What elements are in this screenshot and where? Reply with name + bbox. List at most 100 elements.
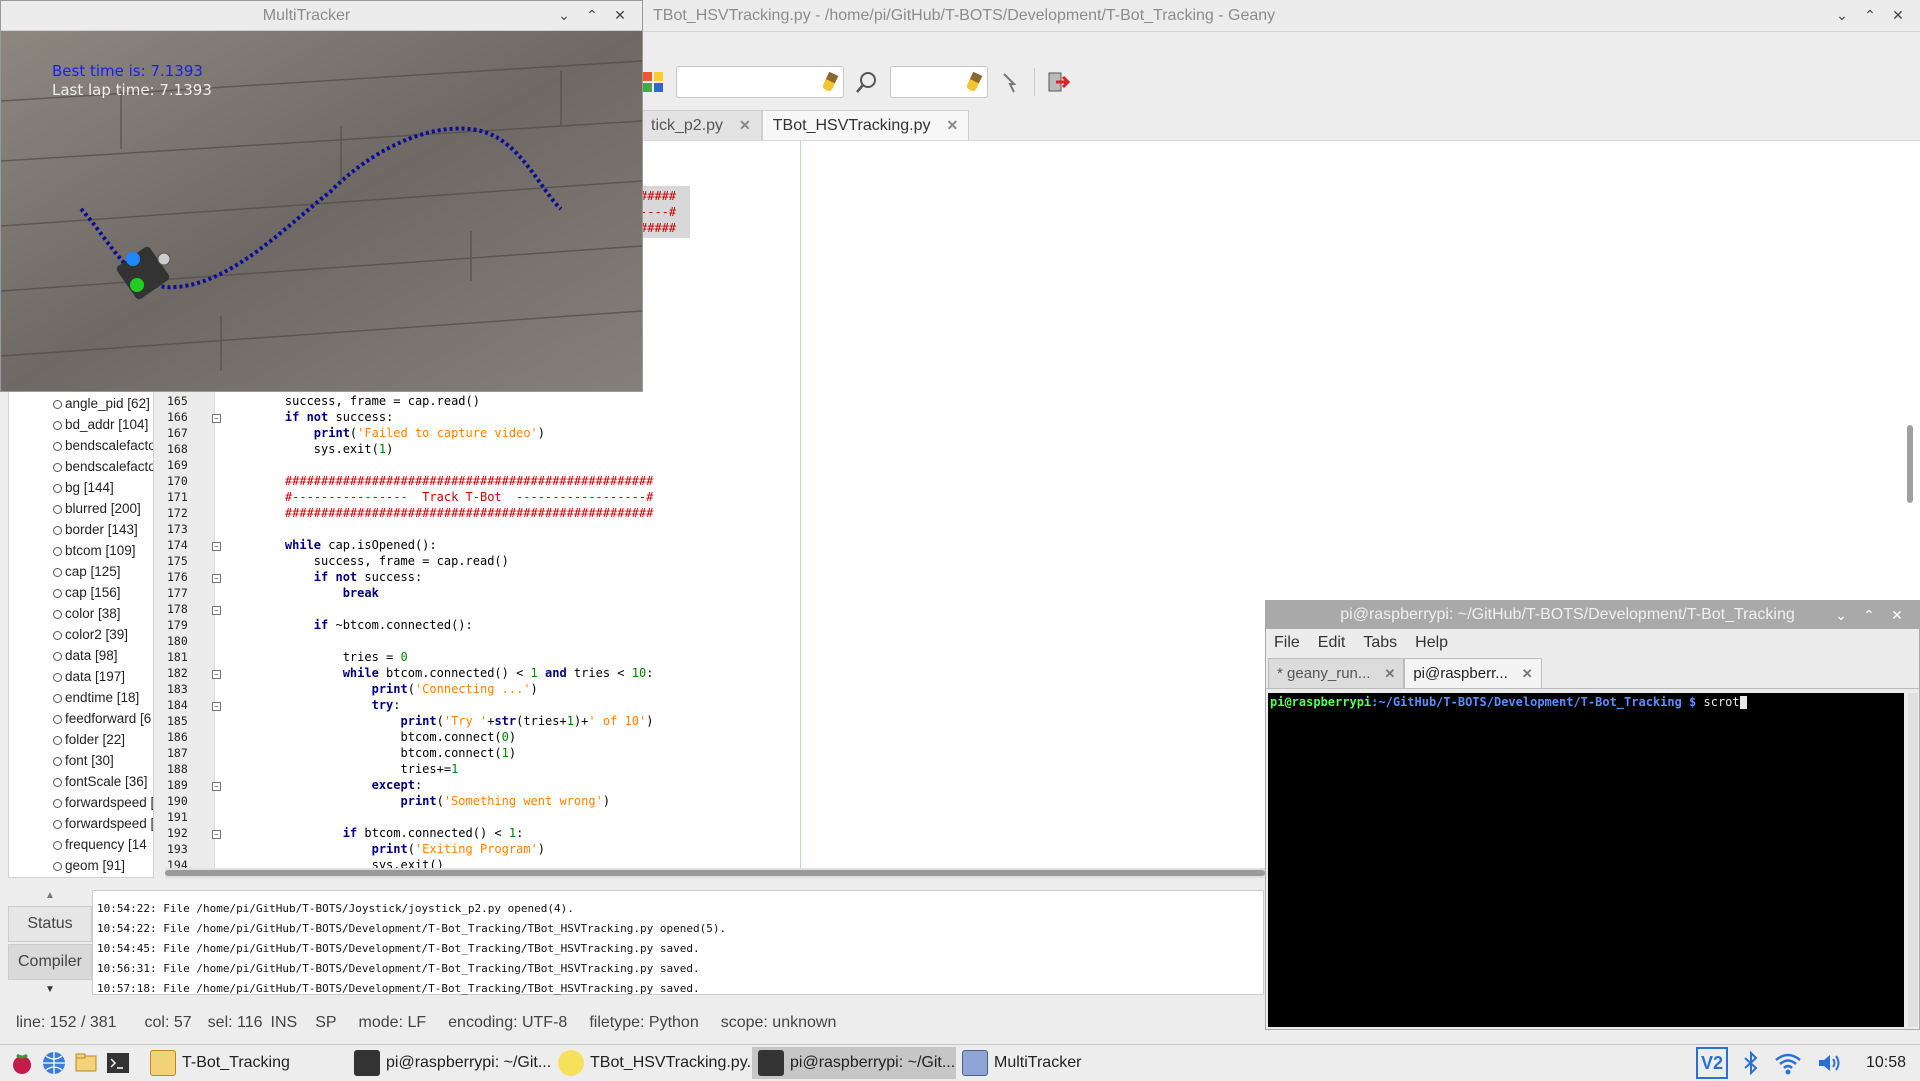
status-ins: INS (270, 1014, 298, 1031)
terminal-window[interactable]: pi@raspberrypi: ~/GitHub/T-BOTS/Developm… (1265, 600, 1920, 1030)
maximize-icon[interactable]: ⌃ (1857, 603, 1881, 627)
symbol-item[interactable]: data [98] (9, 645, 153, 666)
symbol-item[interactable]: cap [125] (9, 561, 153, 582)
symbol-item[interactable]: bendscalefacto (9, 456, 153, 477)
quit-icon[interactable] (1045, 69, 1071, 95)
close-icon[interactable]: ✕ (608, 4, 632, 28)
raspberry-menu-icon[interactable] (6, 1047, 38, 1079)
symbol-item[interactable]: angle_pid [62] (9, 393, 153, 414)
code-line: while btcom.connected() < 1 and tries < … (342, 666, 654, 680)
line-number: 173 (167, 522, 188, 536)
volume-icon[interactable] (1816, 1051, 1844, 1075)
symbol-label: frequency [14 (65, 837, 147, 852)
symbol-item[interactable]: fontScale [36] (9, 771, 153, 792)
vnc-icon[interactable]: V2 (1695, 1047, 1728, 1079)
fold-marker-icon[interactable]: − (212, 670, 221, 679)
command-text: scrot (1703, 695, 1740, 709)
menu-file[interactable]: File (1274, 634, 1300, 652)
message-log[interactable]: 10:54:22: File /home/pi/GitHub/T-BOTS/Jo… (92, 890, 1264, 995)
bluetooth-icon[interactable] (1742, 1050, 1760, 1076)
code-line: if btcom.connected() < 1: (342, 826, 524, 840)
close-tab-icon[interactable]: ✕ (1384, 666, 1395, 682)
search-icon[interactable] (854, 69, 880, 95)
symbol-item[interactable]: endtime [18] (9, 687, 153, 708)
symbol-item[interactable]: btcom [109] (9, 540, 153, 561)
tab-joystick[interactable]: tick_p2.py ✕ (640, 110, 762, 140)
symbol-item[interactable]: geom [91] (9, 855, 153, 876)
symbol-item[interactable]: color2 [39] (9, 624, 153, 645)
maximize-icon[interactable]: ⌃ (1858, 4, 1882, 28)
symbol-item[interactable]: frequency [14 (9, 834, 153, 855)
close-icon[interactable]: ✕ (1886, 4, 1910, 28)
menu-help[interactable]: Help (1415, 634, 1448, 652)
taskbar-item-terminal-2[interactable]: pi@raspberrypi: ~/Git... (752, 1046, 956, 1079)
symbol-item[interactable]: border [143] (9, 519, 153, 540)
line-number: 189 (167, 778, 188, 792)
fold-marker-icon[interactable]: − (212, 542, 221, 551)
symbol-label: bg [144] (65, 480, 114, 495)
color-chooser-icon[interactable] (640, 69, 666, 95)
code-text[interactable]: success, frame = cap.read() if not succe… (256, 388, 801, 868)
symbol-item[interactable]: bd_addr [104] (9, 414, 153, 435)
menu-edit[interactable]: Edit (1318, 634, 1346, 652)
clear-broom-icon[interactable] (965, 71, 983, 93)
terminal-launcher-icon[interactable] (102, 1047, 134, 1079)
tab-tbot-hsvtracking[interactable]: TBot_HSVTracking.py ✕ (761, 110, 970, 140)
terminal-tab-geany-run[interactable]: * geany_run... ✕ (1268, 658, 1405, 688)
symbol-item[interactable]: color [38] (9, 603, 153, 624)
scroll-down-icon[interactable]: ▼ (45, 984, 55, 995)
fold-marker-icon[interactable]: − (212, 702, 221, 711)
minimize-icon[interactable]: ⌄ (552, 4, 576, 28)
taskbar-item-file-manager[interactable]: T-Bot_Tracking (144, 1047, 348, 1079)
last-lap-text: Last lap time: 7.1393 (52, 81, 212, 99)
symbol-item[interactable]: forwardspeed [ (9, 813, 153, 834)
wifi-icon[interactable] (1774, 1051, 1802, 1075)
terminal-screen[interactable]: pi@raspberrypi:~/GitHub/T-BOTS/Developme… (1268, 693, 1904, 1027)
code-line: print('Connecting ...') (371, 682, 538, 696)
close-tab-icon[interactable]: ✕ (1522, 666, 1533, 682)
symbol-item[interactable]: bendscalefacto (9, 435, 153, 456)
clear-broom-icon[interactable] (821, 71, 839, 93)
minimize-icon[interactable]: ⌄ (1830, 4, 1854, 28)
symbol-item[interactable]: bg [144] (9, 477, 153, 498)
tab-compiler[interactable]: Compiler (8, 944, 92, 980)
terminal-tabs: * geany_run... ✕ pi@raspberr... ✕ (1266, 657, 1919, 689)
symbol-item[interactable]: feedforward [6 (9, 708, 153, 729)
fold-marker-icon[interactable]: − (212, 830, 221, 839)
close-tab-icon[interactable]: ✕ (946, 117, 958, 134)
tab-status[interactable]: Status (8, 906, 92, 942)
fold-marker-icon[interactable]: − (212, 414, 221, 423)
goto-line-input[interactable] (890, 66, 988, 98)
code-line: try: (371, 698, 401, 712)
terminal-scrollbar[interactable] (1908, 693, 1918, 1027)
terminal-tab-pi[interactable]: pi@raspberr... ✕ (1404, 658, 1542, 688)
web-browser-icon[interactable] (38, 1047, 70, 1079)
symbol-list[interactable]: angle_pid [62] bd_addr [104] bendscalefact… (8, 388, 154, 878)
menu-tabs[interactable]: Tabs (1363, 634, 1397, 652)
taskbar-item-terminal-1[interactable]: pi@raspberrypi: ~/Git... (348, 1047, 552, 1079)
taskbar-item-multitracker[interactable]: MultiTracker (956, 1047, 1136, 1079)
symbol-item[interactable]: folder [22] (9, 729, 153, 750)
symbol-item[interactable]: font [30] (9, 750, 153, 771)
symbol-label: bendscalefacto (65, 459, 154, 474)
jump-to-line-icon[interactable] (998, 69, 1024, 95)
close-tab-icon[interactable]: ✕ (739, 117, 751, 134)
symbol-item[interactable]: forwardspeed [ (9, 792, 153, 813)
close-icon[interactable]: ✕ (1885, 603, 1909, 627)
status-sel: sel: 116 (207, 1014, 263, 1031)
scroll-up-icon[interactable]: ▲ (45, 890, 55, 901)
comment-line: ----# (640, 205, 677, 219)
maximize-icon[interactable]: ⌃ (580, 4, 604, 28)
horizontal-scrollbar[interactable] (165, 868, 1265, 878)
symbol-item[interactable]: data [197] (9, 666, 153, 687)
file-manager-icon[interactable] (70, 1047, 102, 1079)
fold-marker-icon[interactable]: − (212, 606, 221, 615)
taskbar-item-geany[interactable]: TBot_HSVTracking.py... (552, 1047, 752, 1079)
symbol-item[interactable]: cap [156] (9, 582, 153, 603)
search-input[interactable] (676, 66, 844, 98)
fold-marker-icon[interactable]: − (212, 574, 221, 583)
fold-marker-icon[interactable]: − (212, 782, 221, 791)
minimize-icon[interactable]: ⌄ (1829, 603, 1853, 627)
multitracker-window[interactable]: MultiTracker ⌄ ⌃ ✕ Best time is: 7.1393 … (0, 0, 643, 392)
symbol-item[interactable]: blurred [200] (9, 498, 153, 519)
